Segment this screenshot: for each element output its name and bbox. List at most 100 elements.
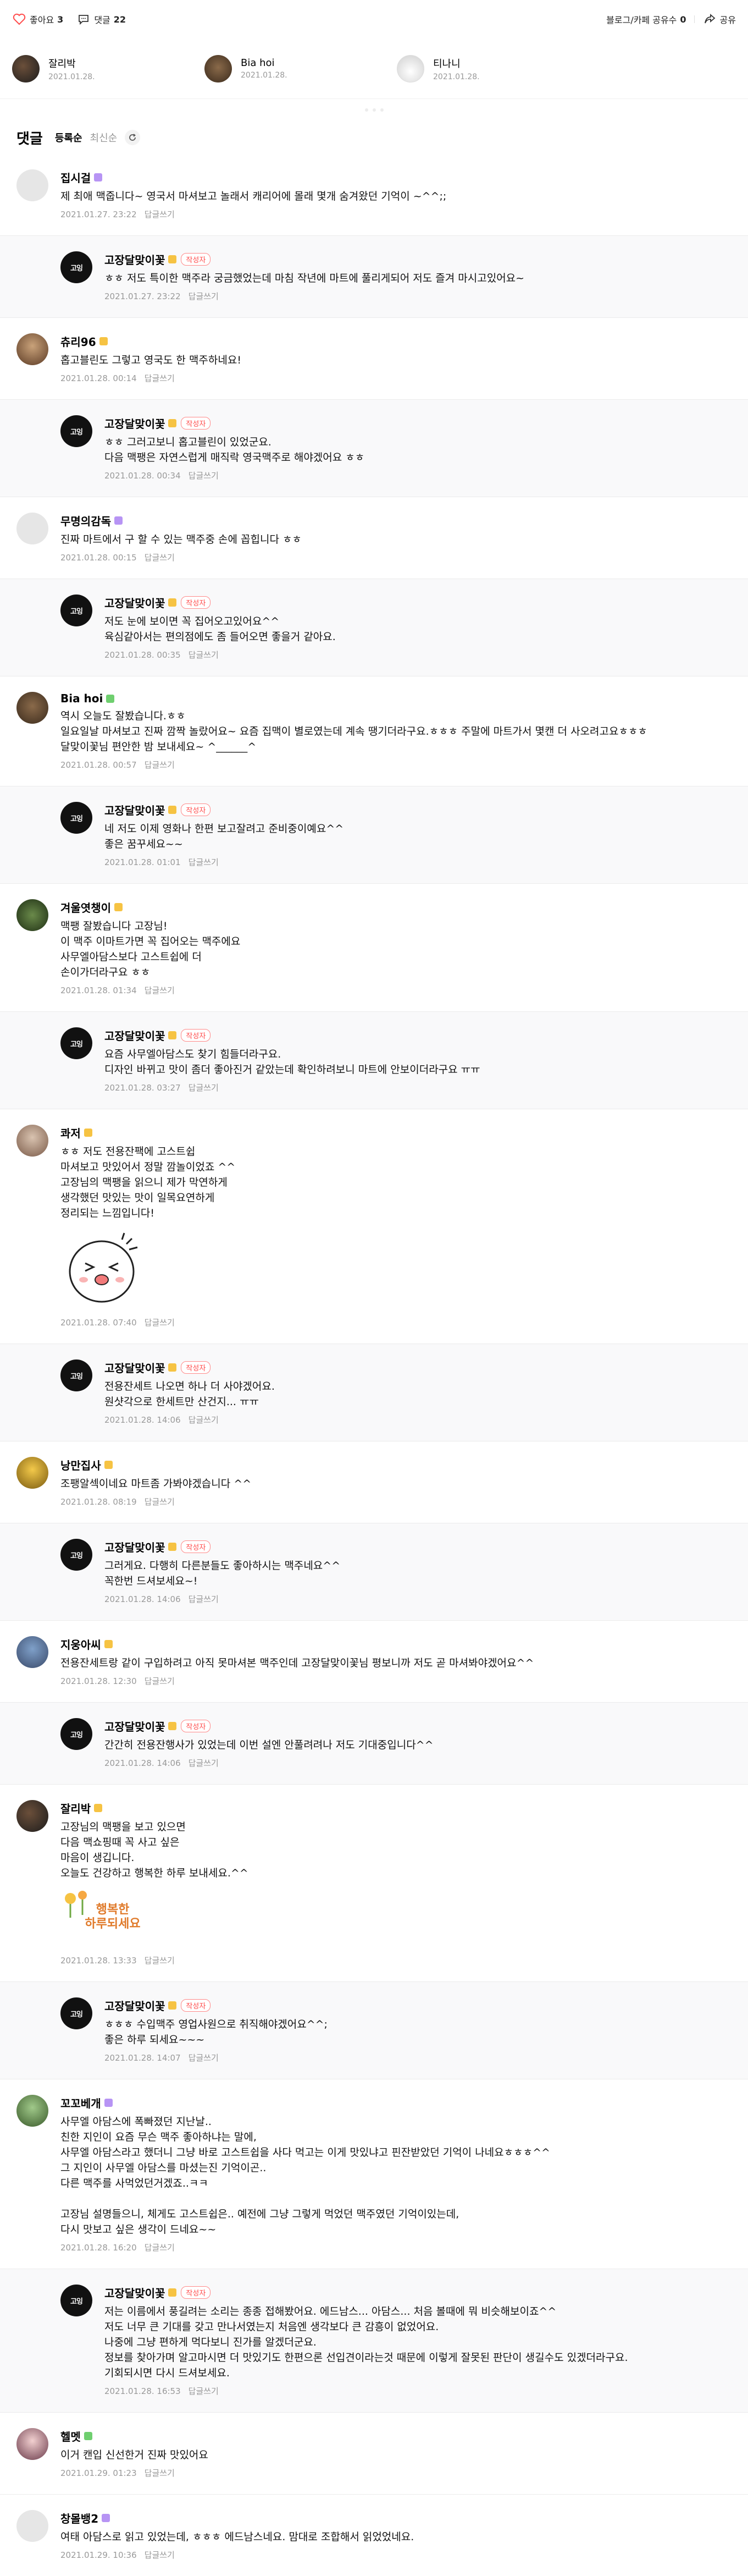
reply-button[interactable]: 답글쓰기	[145, 760, 175, 770]
avatar: 고잉	[60, 251, 92, 283]
share-count-label: 블로그/카페 공유수	[606, 15, 677, 25]
reply-button[interactable]: 답글쓰기	[189, 471, 219, 481]
comment-author[interactable]: 창몰뱅2	[60, 2510, 98, 2526]
comment-author[interactable]: 고장달맞이꽃	[104, 415, 165, 431]
comment-date: 2021.01.28. 14:06	[104, 1415, 181, 1425]
comment-author[interactable]: 집시걸	[60, 169, 91, 185]
comment-author[interactable]: 낭만집사	[60, 1457, 101, 1473]
reply-button[interactable]: 답글쓰기	[145, 373, 175, 383]
comment-list: 집시걸 제 최애 맥줍니다~ 영국서 마셔보고 놀래서 캐리어에 몰래 몇개 숨…	[0, 154, 748, 2576]
liker-date: 2021.01.28.	[48, 72, 95, 81]
comment-author[interactable]: 헬멧	[60, 2428, 81, 2444]
comment-text: 전용잔세트랑 같이 구입하려고 아직 못마셔본 맥주인데 고장달맞이꽃님 평보니…	[60, 1657, 534, 1669]
level-badge-icon	[114, 516, 123, 525]
reply-item: 고잉 고장달맞이꽃 작성자 네 저도 이제 영화나 한편 보고잘려고 준비중이예요…	[0, 786, 748, 884]
refresh-button[interactable]	[125, 130, 141, 145]
comment-text: 홉고블린도 그렇고 영국도 한 맥주하네요!	[60, 354, 241, 366]
comment-author[interactable]: 무명의감독	[60, 513, 111, 529]
reply-button[interactable]: 답글쓰기	[145, 2468, 175, 2478]
comment-author[interactable]: 지웅아씨	[60, 1636, 101, 1652]
share-count[interactable]: 블로그/카페 공유수 0	[606, 13, 686, 26]
comment-author[interactable]: 고장달맞이꽃	[104, 1539, 165, 1555]
like-count: 3	[57, 14, 64, 25]
comment-date: 2021.01.28. 13:33	[60, 1956, 137, 1966]
level-badge-icon	[114, 903, 123, 911]
liker-item[interactable]: 티나니 2021.01.28.	[397, 54, 589, 82]
reply-button[interactable]: 답글쓰기	[145, 1318, 175, 1328]
avatar	[16, 2095, 48, 2127]
reply-button[interactable]: 답글쓰기	[145, 986, 175, 995]
comment-author[interactable]: 고장달맞이꽃	[104, 1997, 165, 2013]
happy-day-sticker-icon: 행복한 하루되세요	[60, 1887, 732, 1950]
comment-text: 고장님의 맥팽을 보고 있으면 다음 맥쇼핑때 꼭 사고 싶은 마음이 생깁니다…	[60, 1821, 248, 1879]
share-label: 공유	[719, 15, 736, 25]
reply-button[interactable]: 답글쓰기	[145, 1676, 175, 1686]
level-badge-icon	[168, 806, 177, 814]
avatar: 고잉	[60, 1718, 92, 1750]
comment-text: 저는 이름에서 풍길려는 소리는 종종 접해봤어요. 에드남스... 아담스..…	[104, 2305, 628, 2379]
level-badge-icon	[168, 1363, 177, 1372]
comment-author[interactable]: 고장달맞이꽃	[104, 1027, 165, 1043]
sort-oldest-tab[interactable]: 등록순	[55, 130, 82, 145]
reply-button[interactable]: 답글쓰기	[145, 2550, 175, 2560]
reply-button[interactable]: 답글쓰기	[145, 210, 175, 219]
comment-button[interactable]: 댓글 22	[76, 12, 126, 26]
reply-button[interactable]: 답글쓰기	[189, 291, 219, 301]
comment-label: 댓글	[94, 15, 110, 25]
comment-author[interactable]: 고장달맞이꽃	[104, 595, 165, 610]
liker-name: 잘리박	[48, 58, 76, 70]
comment-author[interactable]: 겨울엿챙이	[60, 899, 111, 915]
sort-newest-tab[interactable]: 최신순	[90, 130, 118, 145]
comment-author[interactable]: 고장달맞이꽃	[104, 2285, 165, 2300]
reply-button[interactable]: 답글쓰기	[189, 650, 219, 660]
reply-button[interactable]: 답글쓰기	[145, 1497, 175, 1507]
level-badge-icon	[94, 1804, 103, 1812]
comment-author[interactable]: 잘리박	[60, 1800, 91, 1816]
reply-item: 고잉 고장달맞이꽃 작성자 ㅎㅎㅎ 수입맥주 영업사원으로 취직해야겠어요^^; …	[0, 1982, 748, 2079]
writer-badge: 작성자	[181, 1029, 211, 1042]
reply-button[interactable]: 답글쓰기	[189, 1758, 219, 1768]
reply-item: 고잉 고장달맞이꽃 작성자 간간히 전용잔행사가 있었는데 이번 설엔 안풀려려나…	[0, 1703, 748, 1785]
reply-button[interactable]: 답글쓰기	[189, 1083, 219, 1093]
avatar	[16, 169, 48, 201]
comment-date: 2021.01.28. 01:01	[104, 857, 181, 867]
comment-author[interactable]: 고장달맞이꽃	[104, 1718, 165, 1734]
comment-author[interactable]: Bia hoi	[60, 692, 103, 705]
comment-author[interactable]: 고장달맞이꽃	[104, 802, 165, 818]
avatar: 고잉	[60, 1027, 92, 1059]
avatar: 고잉	[60, 1359, 92, 1391]
reply-button[interactable]: 답글쓰기	[189, 2053, 219, 2063]
share-button[interactable]: 공유	[702, 12, 736, 26]
level-badge-icon	[168, 2001, 177, 2010]
comment-text: 여태 아담스로 읽고 있었는데, ㅎㅎㅎ 에드남스네요. 맘대로 조합해서 읽었…	[60, 2531, 414, 2543]
writer-badge: 작성자	[181, 2286, 211, 2299]
comment-author[interactable]: 고장달맞이꽃	[104, 251, 165, 267]
comment-author[interactable]: 고장달맞이꽃	[104, 1359, 165, 1375]
level-badge-icon	[94, 173, 103, 181]
avatar: 고잉	[60, 2285, 92, 2316]
level-badge-icon	[84, 1129, 92, 1137]
reply-button[interactable]: 답글쓰기	[145, 2243, 175, 2253]
comment-author[interactable]: 꼬꼬베개	[60, 2095, 101, 2111]
level-badge-icon	[84, 2432, 92, 2440]
comment-text: 조팽알섹이네요 마트좀 가봐야겠습니다 ^^	[60, 1478, 252, 1490]
reply-button[interactable]: 답글쓰기	[189, 1415, 219, 1425]
action-bar: 좋아요 3 댓글 22 블로그/카페 공유수 0 공유	[0, 0, 748, 38]
reply-button[interactable]: 답글쓰기	[145, 553, 175, 563]
reply-button[interactable]: 답글쓰기	[189, 857, 219, 867]
avatar: 고잉	[60, 802, 92, 834]
avatar: 고잉	[60, 1997, 92, 2029]
reply-button[interactable]: 답글쓰기	[145, 1956, 175, 1966]
comment-author[interactable]: 콰저	[60, 1125, 81, 1141]
avatar	[16, 513, 48, 544]
avatar	[16, 899, 48, 931]
comment-item: 헬멧 이거 캔입 신선한거 진짜 맛있어요 2021.01.29. 01:23 답…	[0, 2413, 748, 2495]
comment-text: ㅎㅎ 그러고보니 홉고블린이 있었군요. 다음 맥팽은 자연스럽게 매직락 영국…	[104, 436, 365, 464]
liker-item[interactable]: Bia hoi 2021.01.28.	[204, 54, 397, 82]
liker-item[interactable]: 잘리박 2021.01.28.	[12, 54, 204, 82]
like-button[interactable]: 좋아요 3	[12, 12, 63, 26]
writer-badge: 작성자	[181, 417, 211, 430]
reply-button[interactable]: 답글쓰기	[189, 1594, 219, 1604]
reply-button[interactable]: 답글쓰기	[189, 2386, 219, 2396]
comment-author[interactable]: 츄리96	[60, 333, 96, 349]
